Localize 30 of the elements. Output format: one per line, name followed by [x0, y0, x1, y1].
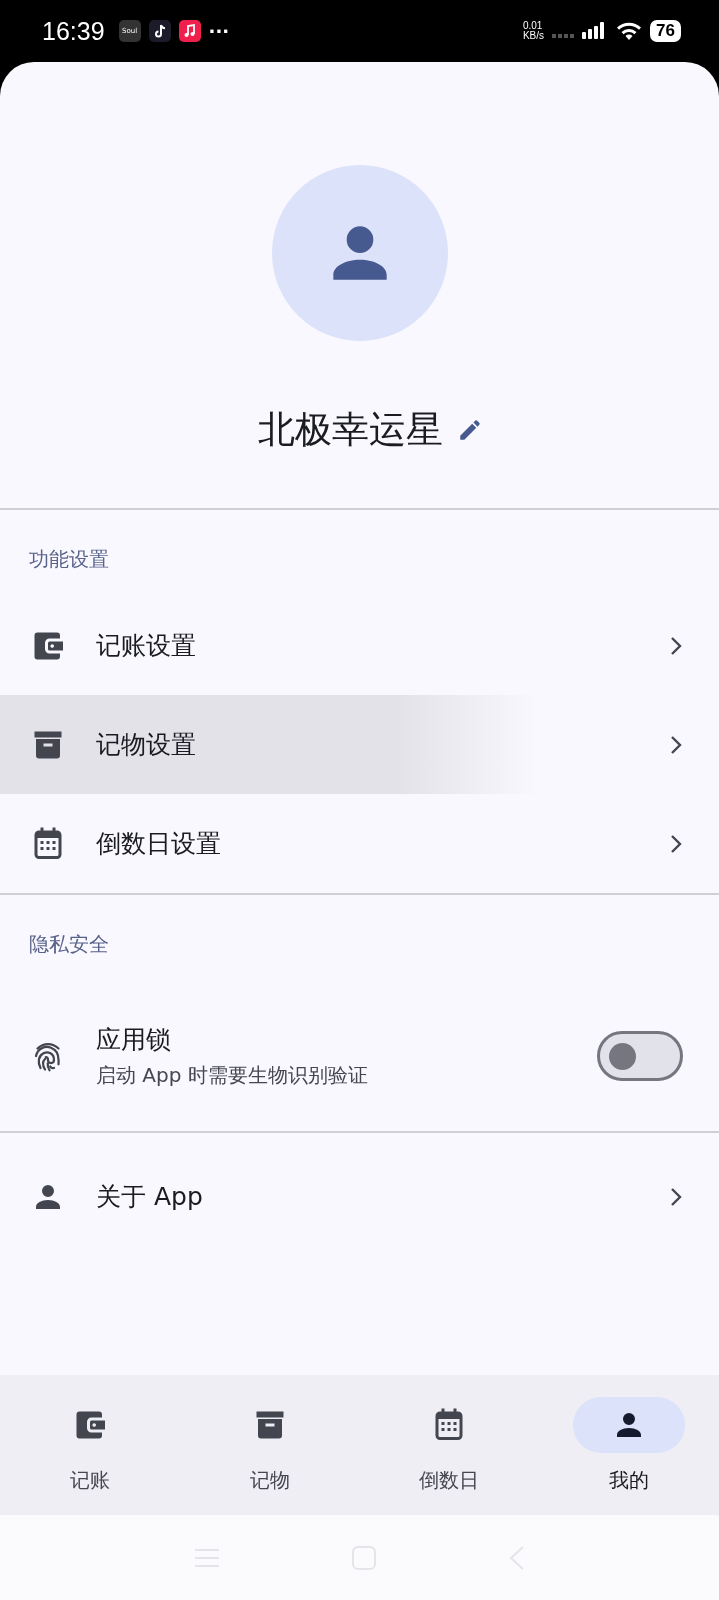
battery-icon: 76 [650, 20, 681, 42]
chevron-right-icon [669, 634, 683, 657]
chevron-right-icon [669, 832, 683, 855]
more-notifications: ··· [208, 20, 230, 42]
settings-item[interactable]: 倒数日设置 [0, 794, 719, 893]
note-app-icon [148, 20, 171, 42]
nav-tab[interactable]: 记账 [0, 1397, 180, 1494]
settings-item[interactable]: 应用锁 启动 App 时需要生物识别验证 [0, 981, 719, 1131]
section-title: 功能设置 [28, 546, 110, 573]
settings-item[interactable]: 记账设置 [0, 596, 719, 695]
music-note-icon [178, 20, 201, 42]
item-label: 记物设置 [96, 729, 197, 761]
user-name: 北极幸运星 [258, 407, 443, 453]
network-speed: 0.01 KB/s [522, 21, 545, 41]
item-description: 启动 App 时需要生物识别验证 [96, 1062, 369, 1089]
nav-tab[interactable]: 我的 [539, 1397, 719, 1494]
item-label: 记账设置 [96, 630, 197, 662]
chevron-right-icon [669, 733, 683, 756]
wifi-icon [616, 21, 643, 41]
item-label: 倒数日设置 [96, 828, 222, 860]
nav-tab[interactable]: 记物 [179, 1397, 360, 1494]
clock: 16:39 [42, 16, 105, 46]
item-label: 关于 App [96, 1181, 204, 1213]
chevron-right-icon [669, 1185, 683, 1208]
edit-icon[interactable] [457, 417, 483, 443]
toggle-switch[interactable] [597, 1031, 683, 1081]
nav-tab[interactable]: 倒数日 [359, 1397, 540, 1494]
item-label: 应用锁 [96, 1024, 172, 1056]
section-title: 隐私安全 [28, 931, 110, 958]
settings-item[interactable]: 关于 App [0, 1147, 719, 1246]
